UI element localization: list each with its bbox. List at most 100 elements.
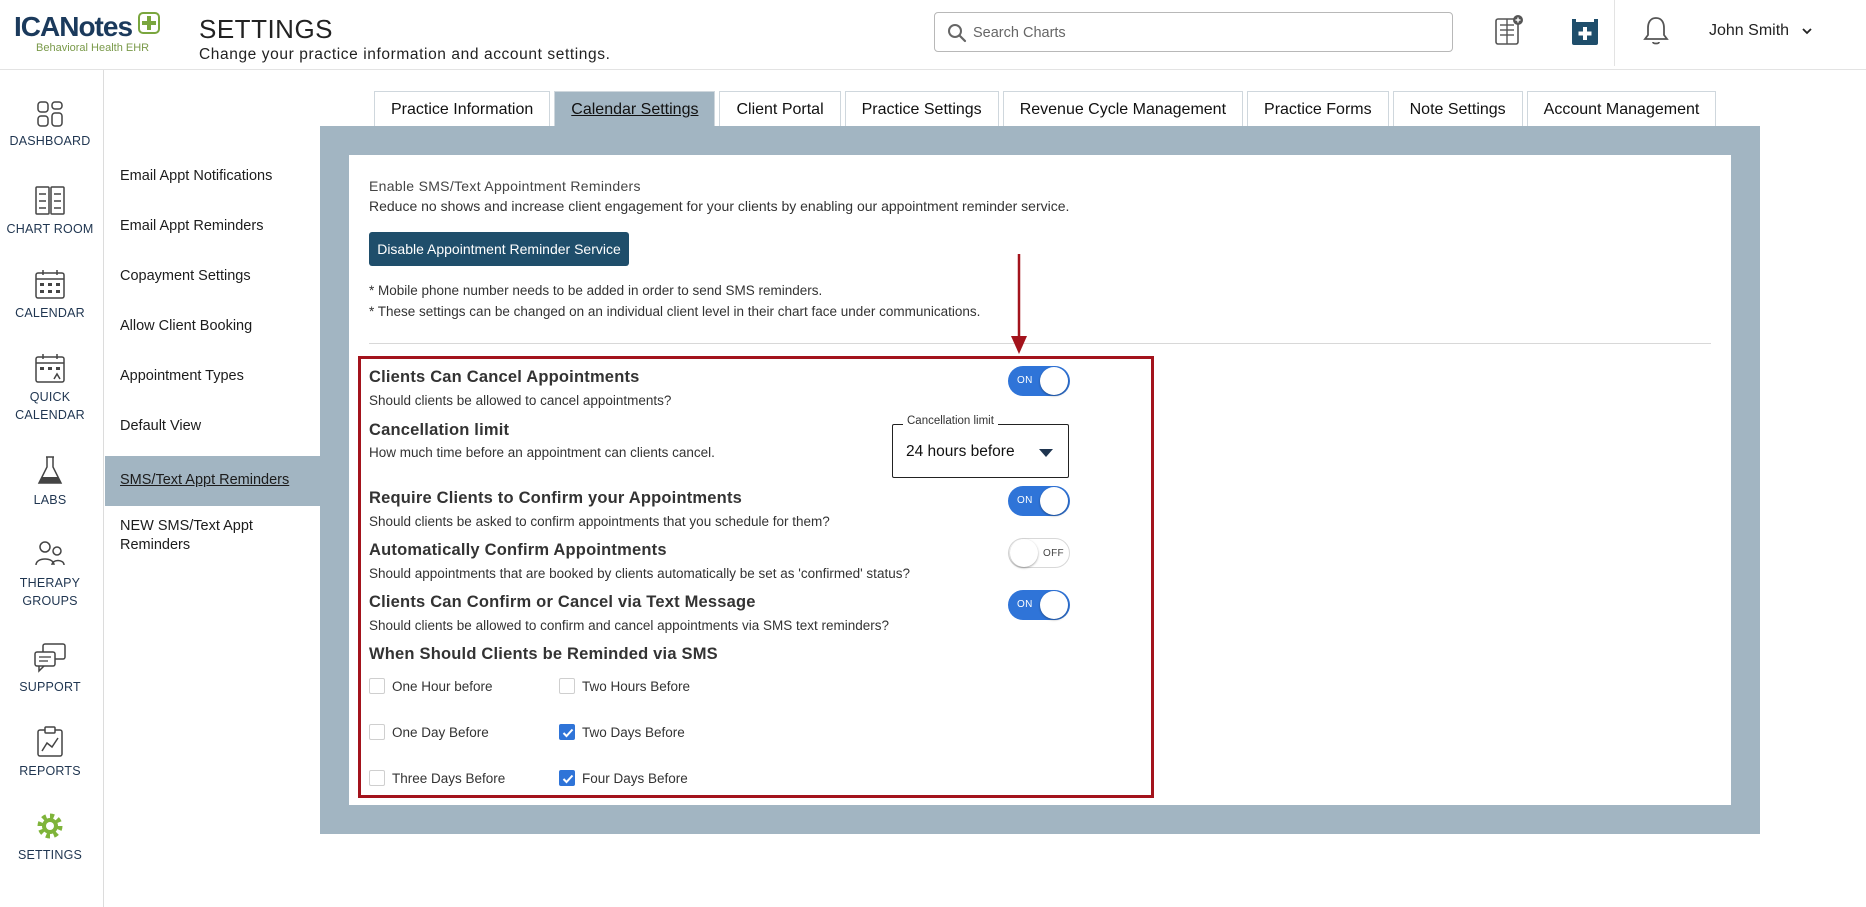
logo-brand-text: ICANotes bbox=[14, 11, 133, 42]
notifications-bell-icon[interactable] bbox=[1641, 15, 1671, 47]
reports-icon bbox=[37, 726, 63, 757]
header-divider bbox=[1614, 0, 1615, 66]
settings-gear-icon bbox=[37, 813, 63, 839]
app-header: ICANotes Behavioral Health EHR SETTINGS … bbox=[0, 0, 1866, 70]
checkbox-label: One Hour before bbox=[392, 679, 493, 694]
subnav-default-view[interactable]: Default View bbox=[105, 417, 320, 436]
checkbox-label: Two Days Before bbox=[582, 725, 685, 740]
toggle-state-label: OFF bbox=[1043, 548, 1064, 559]
nav-reports[interactable]: REPORTS bbox=[0, 726, 100, 780]
checkbox[interactable] bbox=[369, 770, 385, 786]
dropdown-caret-icon bbox=[1039, 449, 1053, 457]
nav-label: SETTINGS bbox=[17, 848, 83, 862]
nav-label: CALENDAR bbox=[15, 306, 85, 320]
setting-text-confirm-description: Should clients be allowed to confirm and… bbox=[369, 618, 890, 633]
tab-client-portal[interactable]: Client Portal bbox=[719, 91, 841, 126]
select-legend: Cancellation limit bbox=[903, 415, 998, 427]
setting-text-confirm-title: Clients Can Confirm or Cancel via Text M… bbox=[369, 593, 756, 611]
main-left-nav: DASHBOARD CHART ROOM CALENDAR QUICK CALE… bbox=[0, 70, 104, 907]
sms-intro-description: Reduce no shows and increase client enga… bbox=[369, 198, 1070, 214]
checkbox[interactable] bbox=[559, 724, 575, 740]
subnav-new-sms-text-appt-reminders[interactable]: NEW SMS/Text Appt Reminders bbox=[105, 517, 265, 555]
nav-therapy-groups[interactable]: THERAPY GROUPS bbox=[0, 538, 100, 610]
add-chart-icon[interactable] bbox=[1494, 14, 1524, 46]
toggle-knob bbox=[1010, 539, 1038, 567]
subnav-copayment-settings[interactable]: Copayment Settings bbox=[105, 267, 320, 286]
toggle-knob bbox=[1040, 487, 1068, 515]
nav-label: CHART ROOM bbox=[6, 222, 94, 236]
nav-label: QUICK CALENDAR bbox=[15, 390, 85, 422]
checkbox[interactable] bbox=[369, 724, 385, 740]
toggle-state-label: ON bbox=[1017, 375, 1033, 386]
setting-require-confirm-description: Should clients be asked to confirm appoi… bbox=[369, 514, 830, 529]
nav-settings[interactable]: SETTINGS bbox=[0, 810, 100, 864]
tab-account-management[interactable]: Account Management bbox=[1526, 91, 1717, 126]
sms-note-client-level: * These settings can be changed on an in… bbox=[369, 304, 981, 319]
subnav-sms-text-appt-reminders[interactable]: SMS/Text Appt Reminders bbox=[105, 456, 320, 506]
page-title: SETTINGS bbox=[199, 14, 334, 44]
tab-note-settings[interactable]: Note Settings bbox=[1392, 91, 1523, 126]
page-subtitle: Change your practice information and acc… bbox=[199, 46, 611, 63]
setting-limit-description: How much time before an appointment can … bbox=[369, 445, 715, 460]
setting-require-confirm-title: Require Clients to Confirm your Appointm… bbox=[369, 489, 743, 507]
subnav-allow-client-booking[interactable]: Allow Client Booking bbox=[105, 317, 320, 336]
calendar-icon bbox=[35, 270, 65, 299]
setting-cancel-title: Clients Can Cancel Appointments bbox=[369, 368, 640, 386]
user-menu[interactable]: John Smith bbox=[1709, 22, 1812, 40]
add-calendar-icon[interactable] bbox=[1570, 16, 1600, 48]
search-charts-box[interactable] bbox=[934, 12, 1453, 52]
setting-auto-confirm-title: Automatically Confirm Appointments bbox=[369, 541, 667, 559]
setting-cancel-description: Should clients be allowed to cancel appo… bbox=[369, 393, 672, 408]
disable-reminder-service-button[interactable]: Disable Appointment Reminder Service bbox=[369, 232, 629, 266]
subnav-appointment-types[interactable]: Appointment Types bbox=[105, 367, 320, 386]
tab-practice-settings[interactable]: Practice Settings bbox=[844, 91, 999, 126]
require-confirm-toggle[interactable]: ON bbox=[1008, 486, 1070, 516]
search-icon bbox=[948, 24, 967, 43]
subnav-email-appt-reminders[interactable]: Email Appt Reminders bbox=[105, 217, 320, 236]
settings-tabs: Practice Information Calendar Settings C… bbox=[374, 91, 1720, 126]
checkbox[interactable] bbox=[559, 770, 575, 786]
section-divider bbox=[369, 343, 1711, 344]
chevron-down-icon bbox=[1801, 28, 1812, 35]
nav-label: DASHBOARD bbox=[9, 134, 91, 148]
setting-limit-title: Cancellation limit bbox=[369, 421, 510, 439]
sms-intro-title: Enable SMS/Text Appointment Reminders bbox=[369, 178, 641, 194]
sms-note-mobile-number: * Mobile phone number needs to be added … bbox=[369, 283, 823, 298]
nav-label: LABS bbox=[33, 493, 67, 507]
nav-label: SUPPORT bbox=[19, 680, 81, 694]
nav-calendar[interactable]: CALENDAR bbox=[0, 268, 100, 322]
checkbox-label: Three Days Before bbox=[392, 771, 506, 786]
toggle-knob bbox=[1040, 591, 1068, 619]
annotation-arrow-icon bbox=[1011, 254, 1027, 354]
nav-chart-room[interactable]: CHART ROOM bbox=[0, 184, 100, 238]
tab-practice-forms[interactable]: Practice Forms bbox=[1247, 91, 1389, 126]
nav-dashboard[interactable]: DASHBOARD bbox=[0, 100, 100, 150]
checkbox[interactable] bbox=[559, 678, 575, 694]
checkbox-label: One Day Before bbox=[392, 725, 489, 740]
checkbox[interactable] bbox=[369, 678, 385, 694]
cancellation-limit-select[interactable]: Cancellation limit 24 hours before bbox=[892, 415, 1069, 478]
chart-room-icon bbox=[35, 186, 65, 215]
calendar-settings-subnav: Email Appt Notifications Email Appt Remi… bbox=[105, 70, 320, 907]
auto-confirm-toggle[interactable]: OFF bbox=[1008, 538, 1070, 568]
checkbox-label: Four Days Before bbox=[582, 771, 688, 786]
nav-support[interactable]: SUPPORT bbox=[0, 642, 100, 696]
setting-reminders-title: When Should Clients be Reminded via SMS bbox=[369, 645, 718, 663]
toggle-state-label: ON bbox=[1017, 599, 1033, 610]
subnav-email-appt-notifications[interactable]: Email Appt Notifications bbox=[105, 167, 320, 186]
therapy-groups-icon bbox=[35, 541, 65, 566]
user-name: John Smith bbox=[1709, 22, 1790, 39]
cancel-appointments-toggle[interactable]: ON bbox=[1008, 366, 1070, 396]
tab-practice-information[interactable]: Practice Information bbox=[374, 91, 551, 126]
nav-labs[interactable]: LABS bbox=[0, 455, 100, 509]
icanotes-logo[interactable]: ICANotes Behavioral Health EHR bbox=[14, 12, 170, 56]
search-input[interactable] bbox=[973, 21, 1433, 45]
logo-subtitle: Behavioral Health EHR bbox=[36, 42, 150, 54]
tab-revenue-cycle-management[interactable]: Revenue Cycle Management bbox=[1002, 91, 1244, 126]
quick-calendar-icon bbox=[35, 354, 65, 383]
text-confirm-cancel-toggle[interactable]: ON bbox=[1008, 590, 1070, 620]
dashboard-icon bbox=[37, 101, 63, 127]
nav-label: THERAPY GROUPS bbox=[19, 576, 81, 608]
nav-quick-calendar[interactable]: QUICK CALENDAR bbox=[0, 352, 100, 424]
tab-calendar-settings[interactable]: Calendar Settings bbox=[554, 91, 716, 126]
